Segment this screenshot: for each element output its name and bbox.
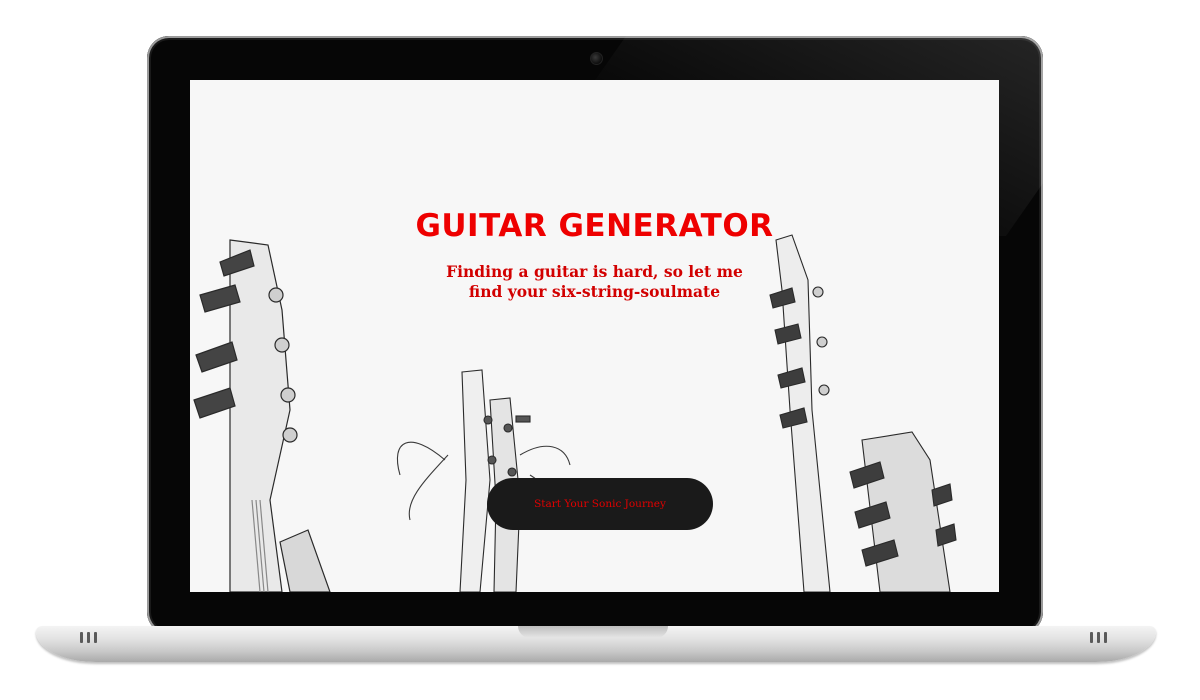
- right-vent-icon: [1090, 632, 1107, 643]
- laptop-screen: GUITAR GENERATOR Finding a guitar is har…: [190, 80, 999, 592]
- page-subtitle: Finding a guitar is hard, so let me find…: [190, 262, 999, 302]
- webcam-icon: [590, 52, 603, 65]
- laptop-opening-notch: [518, 626, 668, 638]
- left-vent-icon: [80, 632, 97, 643]
- start-journey-button[interactable]: Start Your Sonic Journey: [487, 478, 713, 530]
- far-right-guitar-headstock: [849, 431, 957, 592]
- subtitle-line-2: find your six-string-soulmate: [468, 282, 721, 301]
- subtitle-line-1: Finding a guitar is hard, so let me: [446, 262, 743, 281]
- page-title: GUITAR GENERATOR: [415, 208, 774, 244]
